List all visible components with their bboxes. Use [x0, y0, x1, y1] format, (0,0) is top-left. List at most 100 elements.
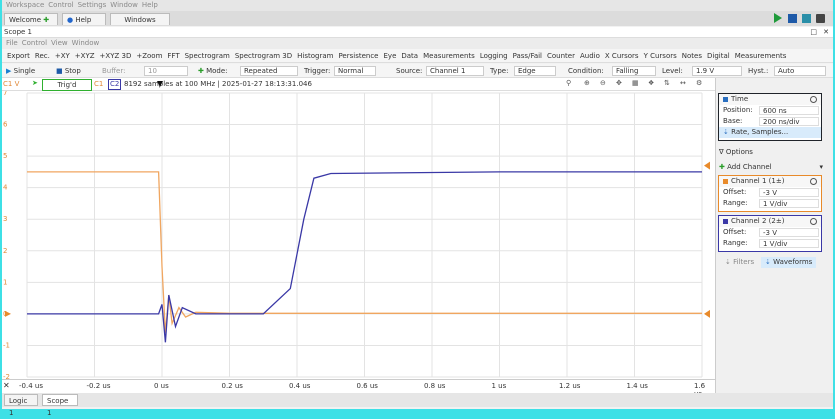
y-axis-icon[interactable]: ↔ [680, 79, 686, 87]
toolbar-item-0[interactable]: Export [7, 49, 30, 63]
ch1-range-input[interactable]: 1 V/div [759, 199, 819, 208]
menu-item-2[interactable]: Settings [78, 0, 107, 11]
channel2-title: Channel 2 (2±) [731, 217, 785, 225]
tab-welcome[interactable]: Welcome ✚ [4, 13, 58, 25]
gear-icon[interactable] [810, 178, 817, 185]
ch2-range-row: Range: 1 V/div [719, 238, 821, 249]
hyst-select[interactable]: Auto [774, 66, 826, 76]
cursor-icon[interactable]: ❖ [648, 79, 654, 87]
toolbar-item-10[interactable]: Persistence [338, 49, 378, 63]
toolbar-item-2[interactable]: +XY [55, 49, 70, 63]
scope-menu-item-3[interactable]: Window [72, 38, 100, 49]
toolbar-item-6[interactable]: FFT [167, 49, 179, 63]
source-select[interactable]: Channel 1 [426, 66, 484, 76]
menu-item-3[interactable]: Window [110, 0, 138, 11]
level-input[interactable]: 1.9 V [692, 66, 742, 76]
tab-windows[interactable]: Windows [110, 13, 170, 25]
c2-badge[interactable]: C2 [108, 79, 122, 90]
rate-samples-button[interactable]: ⇣ Rate, Samples... [719, 127, 821, 138]
record-icon[interactable] [816, 13, 825, 23]
trigger-select[interactable]: Normal [334, 66, 376, 76]
scope-menu-item-0[interactable]: File [6, 38, 18, 49]
time-title: Time [731, 95, 749, 103]
toolbar-item-9[interactable]: Histogram [297, 49, 333, 63]
time-icon [723, 96, 728, 102]
grid-icon[interactable]: ▦ [632, 79, 639, 87]
single-button[interactable]: ▶ Single [6, 64, 35, 78]
trigger-position-icon[interactable] [157, 81, 163, 87]
zoom-in-icon[interactable]: ⊕ [584, 79, 590, 87]
channel1-offset-marker-icon[interactable] [704, 309, 710, 318]
filters-tab[interactable]: ⇣ Filters [725, 258, 754, 266]
zoom-icon[interactable]: ⚲ [566, 79, 571, 87]
menu-item-1[interactable]: Control [48, 0, 73, 11]
base-input[interactable]: 200 ns/div [759, 117, 819, 126]
y-tick-label: 4 [3, 184, 8, 192]
chevron-icon: ∇ [719, 148, 724, 156]
restore-icon[interactable]: □ [810, 27, 817, 38]
stop-icon[interactable] [787, 13, 797, 23]
toolbar-item-4[interactable]: +XYZ 3D [100, 49, 132, 63]
plot-statusbar: C1 V ➤ Trig'd C1 C2 8192 samples at 100 … [2, 78, 715, 91]
scope-titlebar: Scope 1 ✕ □ [2, 27, 833, 38]
close-icon[interactable]: ✕ [823, 27, 829, 38]
toolbar-item-17[interactable]: Audio [580, 49, 600, 63]
toolbar-item-22[interactable]: Measurements [735, 49, 787, 63]
scope-menu-item-1[interactable]: Control [22, 38, 47, 49]
pan-icon[interactable]: ✥ [616, 79, 622, 87]
c1-badge[interactable]: C1 [94, 80, 103, 88]
toolbar-item-12[interactable]: Data [401, 49, 418, 63]
y-tick-label: 1 [3, 278, 7, 286]
waveform-svg[interactable]: 76543210-1-2 [2, 91, 715, 379]
ch1-offset-input[interactable]: -3 V [759, 188, 819, 197]
options-toggle[interactable]: ∇ Options [719, 148, 753, 156]
toolbar-item-19[interactable]: Y Cursors [644, 49, 677, 63]
toolbar-item-7[interactable]: Spectrogram [185, 49, 230, 63]
ch2-offset-input[interactable]: -3 V [759, 228, 819, 237]
single-icon[interactable] [801, 13, 811, 23]
zoom-out-icon[interactable]: ⊖ [600, 79, 606, 87]
waveforms-tab[interactable]: ⇣ Waveforms [761, 257, 817, 268]
tab-help[interactable]: ● Help [62, 13, 106, 25]
position-input[interactable]: 600 ns [759, 106, 819, 115]
trigger-level-marker-icon[interactable] [704, 161, 710, 170]
toolbar-item-8[interactable]: Spectrogram 3D [235, 49, 292, 63]
tab-scope[interactable]: Scope 1 [42, 394, 78, 417]
channel-zero-marker-icon[interactable] [5, 310, 11, 317]
settings-icon[interactable]: ⚙ [696, 79, 702, 87]
toolbar-item-15[interactable]: Pass/Fail [513, 49, 542, 63]
gear-icon[interactable] [810, 96, 817, 103]
menu-item-0[interactable]: Workspace [6, 0, 44, 11]
close-icon[interactable]: ✕ [3, 381, 10, 390]
toolbar-item-13[interactable]: Measurements [423, 49, 475, 63]
stop-button[interactable]: ■ Stop [56, 64, 81, 78]
toolbar-item-5[interactable]: +Zoom [136, 49, 162, 63]
mode-select[interactable]: Repeated [240, 66, 298, 76]
play-icon[interactable] [774, 13, 783, 23]
toolbar-item-16[interactable]: Counter [547, 49, 575, 63]
type-select[interactable]: Edge [514, 66, 556, 76]
ch2-range-input[interactable]: 1 V/div [759, 239, 819, 248]
add-channel-button[interactable]: ✚ Add Channel ▾ [719, 163, 823, 171]
toolbar-item-20[interactable]: Notes [682, 49, 702, 63]
toolbar-item-21[interactable]: Digital [707, 49, 730, 63]
x-tick-label: 0.8 us [424, 382, 446, 390]
buffer-select[interactable]: 10 [144, 66, 188, 76]
toolbar-item-3[interactable]: +XYZ [75, 49, 95, 63]
type-label: Type: [490, 67, 509, 75]
stop-icon: ■ [56, 67, 63, 75]
toolbar-item-14[interactable]: Logging [480, 49, 508, 63]
trigger-arrow-icon: ➤ [32, 79, 38, 87]
x-axis-icon[interactable]: ⇅ [664, 79, 670, 87]
x-tick-label: -0.2 us [86, 382, 111, 390]
gear-icon[interactable] [810, 218, 817, 225]
toolbar-item-11[interactable]: Eye [384, 49, 397, 63]
menu-item-4[interactable]: Help [142, 0, 158, 11]
tab-logic[interactable]: Logic 1 [4, 394, 38, 417]
condition-select[interactable]: Falling [612, 66, 656, 76]
toolbar-item-18[interactable]: X Cursors [605, 49, 639, 63]
toolbar-item-1[interactable]: Rec. [35, 49, 50, 63]
right-panel: Time Position: 600 ns Base: 200 ns/div ⇣ R… [715, 78, 833, 393]
scope-menu-item-2[interactable]: View [51, 38, 68, 49]
oscilloscope-plot[interactable]: 76543210-1-2 [2, 91, 715, 379]
